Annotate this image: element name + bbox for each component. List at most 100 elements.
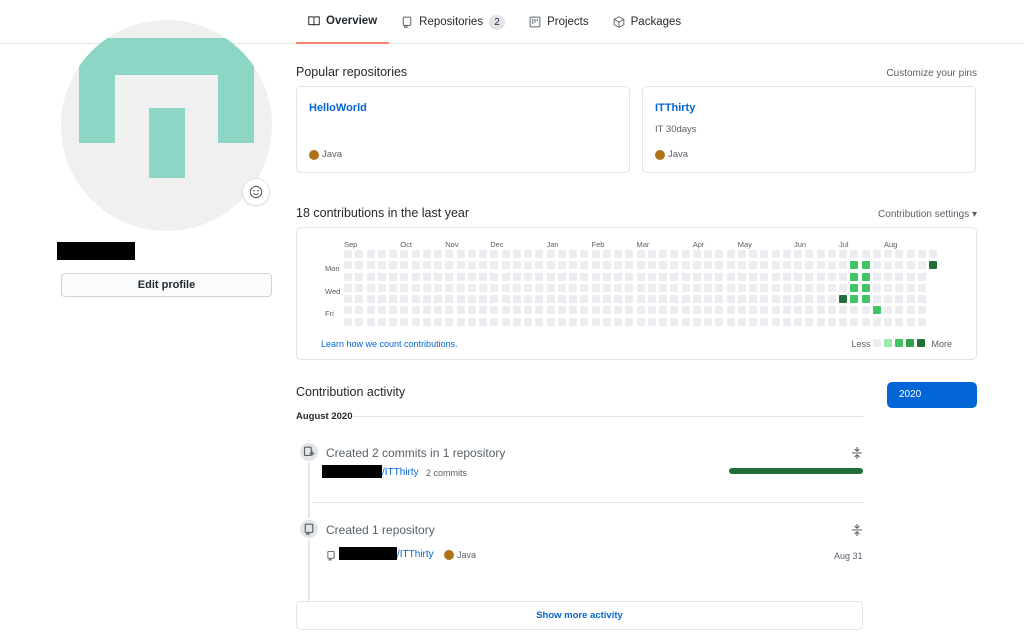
contribution-day[interactable] (467, 250, 476, 258)
contribution-day[interactable] (490, 272, 499, 281)
contribution-day[interactable] (580, 250, 589, 258)
contribution-day[interactable] (580, 317, 589, 326)
contribution-day[interactable] (839, 283, 847, 292)
contribution-day[interactable] (366, 306, 375, 315)
contribution-day[interactable] (670, 261, 679, 270)
contribution-day[interactable] (422, 283, 431, 292)
contribution-day[interactable] (344, 250, 352, 258)
contribution-day[interactable] (411, 295, 420, 303)
contribution-day[interactable] (749, 261, 757, 270)
tab-overview[interactable]: Overview (296, 0, 390, 44)
contribution-day[interactable] (377, 272, 386, 281)
contribution-day[interactable] (591, 250, 600, 258)
contribution-day[interactable] (580, 283, 589, 292)
contribution-day[interactable] (670, 250, 679, 258)
contribution-day[interactable] (816, 261, 825, 270)
contribution-day[interactable] (681, 295, 690, 303)
contribution-day[interactable] (692, 272, 701, 281)
contribution-day[interactable] (749, 250, 757, 258)
contribution-day[interactable] (906, 261, 915, 270)
contribution-day[interactable] (400, 295, 409, 303)
contribution-day[interactable] (827, 306, 836, 315)
contribution-day[interactable] (591, 295, 600, 303)
contribution-day[interactable] (501, 295, 510, 303)
contribution-day[interactable] (917, 283, 926, 292)
contribution-day[interactable] (377, 306, 386, 315)
fold-icon[interactable] (851, 446, 863, 460)
activity-repo-link[interactable]: /ITThirty (397, 549, 434, 560)
contribution-day[interactable] (884, 283, 892, 292)
contribution-day[interactable] (490, 306, 499, 315)
contribution-day[interactable] (884, 295, 892, 303)
contribution-day[interactable] (647, 317, 656, 326)
contribution-day[interactable] (704, 295, 712, 303)
contribution-day[interactable] (737, 250, 746, 258)
contribution-day[interactable] (850, 261, 859, 270)
contribution-day[interactable] (557, 295, 566, 303)
contribution-day[interactable] (782, 250, 791, 258)
contribution-day[interactable] (704, 306, 712, 315)
contribution-day[interactable] (647, 306, 656, 315)
contribution-day[interactable] (884, 272, 892, 281)
contribution-day[interactable] (659, 317, 667, 326)
contribution-day[interactable] (917, 261, 926, 270)
contribution-day[interactable] (692, 283, 701, 292)
contribution-day[interactable] (557, 261, 566, 270)
contribution-day[interactable] (535, 272, 544, 281)
contribution-day[interactable] (782, 306, 791, 315)
contribution-day[interactable] (467, 261, 476, 270)
contribution-day[interactable] (771, 317, 780, 326)
contribution-day[interactable] (569, 250, 577, 258)
contribution-day[interactable] (794, 250, 802, 258)
contribution-day[interactable] (557, 306, 566, 315)
contribution-day[interactable] (726, 272, 735, 281)
contribution-day[interactable] (681, 261, 690, 270)
contribution-day[interactable] (344, 317, 352, 326)
contribution-day[interactable] (917, 272, 926, 281)
contribution-day[interactable] (535, 295, 544, 303)
contribution-day[interactable] (895, 261, 904, 270)
contribution-day[interactable] (479, 317, 487, 326)
contribution-day[interactable] (422, 250, 431, 258)
contribution-day[interactable] (737, 272, 746, 281)
contribution-day[interactable] (681, 283, 690, 292)
contribution-day[interactable] (737, 283, 746, 292)
contribution-day[interactable] (805, 261, 814, 270)
contribution-day[interactable] (524, 261, 532, 270)
contribution-day[interactable] (794, 272, 802, 281)
contribution-day[interactable] (377, 250, 386, 258)
contribution-day[interactable] (794, 317, 802, 326)
contribution-day[interactable] (872, 261, 881, 270)
contribution-day[interactable] (355, 250, 364, 258)
contribution-day[interactable] (647, 283, 656, 292)
contribution-day[interactable] (411, 272, 420, 281)
contribution-day[interactable] (591, 272, 600, 281)
contribution-day[interactable] (794, 283, 802, 292)
contribution-day[interactable] (602, 261, 611, 270)
contribution-day[interactable] (850, 306, 859, 315)
contribution-day[interactable] (715, 283, 724, 292)
contribution-day[interactable] (805, 317, 814, 326)
contribution-day[interactable] (569, 261, 577, 270)
contribution-day[interactable] (704, 261, 712, 270)
contribution-day[interactable] (389, 295, 397, 303)
contribution-day[interactable] (602, 283, 611, 292)
contribution-day[interactable] (771, 261, 780, 270)
contribution-day[interactable] (670, 317, 679, 326)
contribution-day[interactable] (524, 317, 532, 326)
contribution-day[interactable] (715, 272, 724, 281)
contribution-day[interactable] (456, 283, 465, 292)
contribution-day[interactable] (557, 317, 566, 326)
contribution-day[interactable] (512, 250, 521, 258)
contribution-day[interactable] (850, 250, 859, 258)
contribution-day[interactable] (715, 317, 724, 326)
contribution-day[interactable] (490, 261, 499, 270)
contribution-day[interactable] (670, 306, 679, 315)
contribution-day[interactable] (681, 250, 690, 258)
contribution-day[interactable] (760, 317, 769, 326)
contribution-day[interactable] (569, 306, 577, 315)
contribution-day[interactable] (512, 272, 521, 281)
contribution-day[interactable] (884, 250, 892, 258)
contribution-day[interactable] (434, 317, 442, 326)
contribution-day[interactable] (861, 317, 870, 326)
